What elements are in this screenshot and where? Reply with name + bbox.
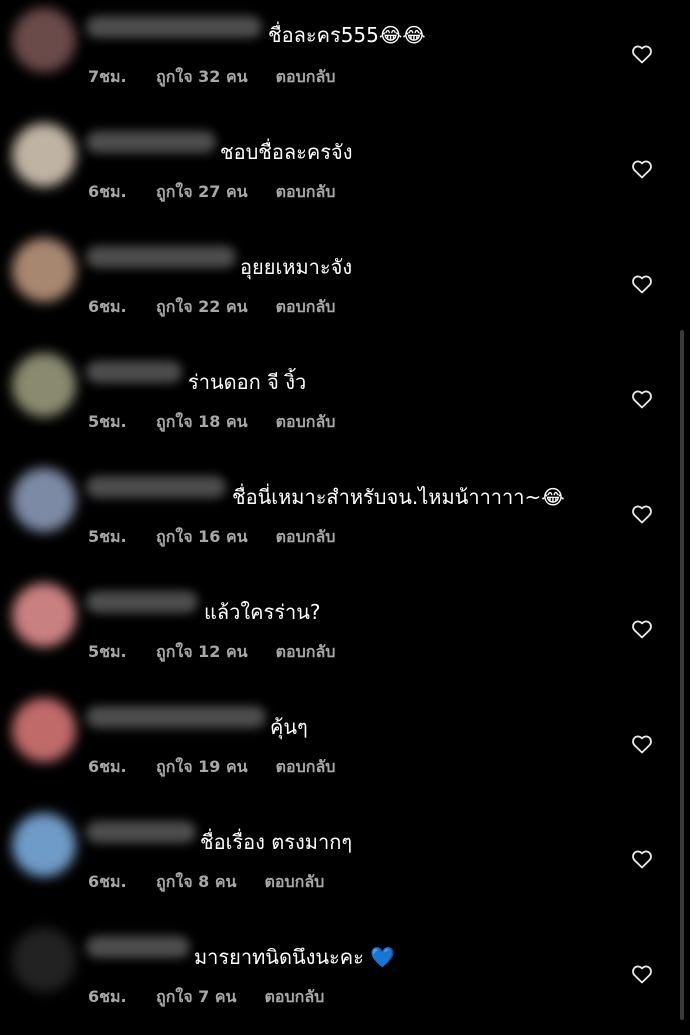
comment-time: 6ชม. — [88, 757, 127, 776]
comment-likes[interactable]: ถูกใจ 32 คน — [156, 66, 248, 88]
username-blurred[interactable] — [86, 131, 216, 153]
heart-icon[interactable] — [630, 502, 654, 526]
avatar[interactable] — [12, 468, 76, 532]
heart-icon[interactable] — [630, 847, 654, 871]
comment-time: 6ชม. — [88, 297, 127, 316]
reply-button[interactable]: ตอบกลับ — [276, 756, 336, 778]
username-blurred[interactable] — [86, 16, 262, 38]
comment-item: ชื่อเรื่อง ตรงมากๆ 6ชม. ถูกใจ 8 คน ตอบกลับ — [0, 805, 690, 920]
heart-icon[interactable] — [630, 732, 654, 756]
comment-text: แล้วใครร่าน? — [204, 600, 321, 624]
username-blurred[interactable] — [86, 476, 226, 498]
comment-likes[interactable]: ถูกใจ 18 คน — [156, 411, 248, 433]
username-blurred[interactable] — [86, 706, 266, 728]
comment-meta: 6ชม. ถูกใจ 7 คน ตอบกลับ — [88, 986, 324, 1008]
comment-meta: 5ชม. ถูกใจ 18 คน ตอบกลับ — [88, 411, 335, 433]
comment-item: อุยยเหมาะจัง 6ชม. ถูกใจ 22 คน ตอบกลับ — [0, 230, 690, 345]
heart-icon[interactable] — [630, 617, 654, 641]
avatar[interactable] — [12, 583, 76, 647]
comment-meta: 6ชม. ถูกใจ 27 คน ตอบกลับ — [88, 181, 335, 203]
heart-icon[interactable] — [630, 962, 654, 986]
username-blurred[interactable] — [86, 361, 182, 383]
comment-item: คุ้นๆ 6ชม. ถูกใจ 19 คน ตอบกลับ — [0, 690, 690, 805]
comment-text: อุยยเหมาะจัง — [240, 255, 353, 279]
comment-item: ชื่อละคร555😂😂 7ชม. ถูกใจ 32 คน ตอบกลับ — [0, 0, 690, 115]
heart-icon[interactable] — [630, 42, 654, 66]
avatar[interactable] — [12, 353, 76, 417]
reply-button[interactable]: ตอบกลับ — [264, 871, 324, 893]
comment-likes[interactable]: ถูกใจ 22 คน — [156, 296, 248, 318]
username-blurred[interactable] — [86, 936, 190, 958]
comment-meta: 6ชม. ถูกใจ 19 คน ตอบกลับ — [88, 756, 335, 778]
comment-likes[interactable]: ถูกใจ 12 คน — [156, 641, 248, 663]
comment-item: ชื่อนี่เหมาะสำหรับจน.ไหมน้าาาาา~😂 5ชม. ถู… — [0, 460, 690, 575]
avatar[interactable] — [12, 813, 76, 877]
comment-time: 7ชม. — [88, 67, 127, 86]
comment-text: ร่านดอก จี งิ้ว — [188, 370, 307, 394]
username-blurred[interactable] — [86, 591, 198, 613]
comment-meta: 6ชม. ถูกใจ 8 คน ตอบกลับ — [88, 871, 324, 893]
comment-item: มารยาทนิดนึงนะคะ 💙 6ชม. ถูกใจ 7 คน ตอบกลับ — [0, 920, 690, 1035]
reply-button[interactable]: ตอบกลับ — [276, 526, 336, 548]
comment-text: ชื่อละคร555😂😂 — [268, 23, 426, 47]
avatar[interactable] — [12, 123, 76, 187]
scrollbar[interactable] — [680, 330, 684, 1020]
reply-button[interactable]: ตอบกลับ — [276, 296, 336, 318]
comment-text: คุ้นๆ — [270, 715, 308, 739]
avatar[interactable] — [12, 928, 76, 992]
comment-time: 6ชม. — [88, 872, 127, 891]
comment-likes[interactable]: ถูกใจ 16 คน — [156, 526, 248, 548]
comment-likes[interactable]: ถูกใจ 19 คน — [156, 756, 248, 778]
comment-meta: 5ชม. ถูกใจ 12 คน ตอบกลับ — [88, 641, 335, 663]
comment-item: ชอบชื่อละครจัง 6ชม. ถูกใจ 27 คน ตอบกลับ — [0, 115, 690, 230]
username-blurred[interactable] — [86, 246, 236, 268]
avatar[interactable] — [12, 238, 76, 302]
reply-button[interactable]: ตอบกลับ — [276, 181, 336, 203]
avatar[interactable] — [12, 8, 76, 72]
comment-meta: 7ชม. ถูกใจ 32 คน ตอบกลับ — [88, 66, 335, 88]
username-blurred[interactable] — [86, 821, 196, 843]
comment-text: มารยาทนิดนึงนะคะ 💙 — [194, 945, 396, 969]
reply-button[interactable]: ตอบกลับ — [276, 66, 336, 88]
reply-button[interactable]: ตอบกลับ — [276, 411, 336, 433]
avatar[interactable] — [12, 698, 76, 762]
comment-text: ชอบชื่อละครจัง — [220, 140, 353, 164]
heart-icon[interactable] — [630, 272, 654, 296]
comment-time: 6ชม. — [88, 182, 127, 201]
comment-item: แล้วใครร่าน? 5ชม. ถูกใจ 12 คน ตอบกลับ — [0, 575, 690, 690]
comment-item: ร่านดอก จี งิ้ว 5ชม. ถูกใจ 18 คน ตอบกลับ — [0, 345, 690, 460]
comment-time: 5ชม. — [88, 412, 127, 431]
comment-list: ชื่อละคร555😂😂 7ชม. ถูกใจ 32 คน ตอบกลับ ชอบ… — [0, 0, 690, 1024]
heart-icon[interactable] — [630, 387, 654, 411]
comment-text: ชื่อเรื่อง ตรงมากๆ — [200, 830, 353, 854]
comment-meta: 6ชม. ถูกใจ 22 คน ตอบกลับ — [88, 296, 335, 318]
reply-button[interactable]: ตอบกลับ — [264, 986, 324, 1008]
comment-time: 5ชม. — [88, 527, 127, 546]
comment-meta: 5ชม. ถูกใจ 16 คน ตอบกลับ — [88, 526, 335, 548]
comment-likes[interactable]: ถูกใจ 27 คน — [156, 181, 248, 203]
reply-button[interactable]: ตอบกลับ — [276, 641, 336, 663]
comment-likes[interactable]: ถูกใจ 7 คน — [156, 986, 236, 1008]
comment-time: 5ชม. — [88, 642, 127, 661]
comment-time: 6ชม. — [88, 987, 127, 1006]
comment-text: ชื่อนี่เหมาะสำหรับจน.ไหมน้าาาาา~😂 — [232, 485, 565, 509]
comment-likes[interactable]: ถูกใจ 8 คน — [156, 871, 236, 893]
heart-icon[interactable] — [630, 157, 654, 181]
